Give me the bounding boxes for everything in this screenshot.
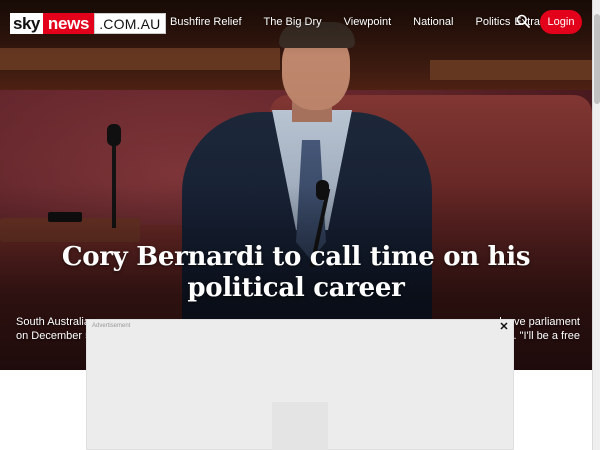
scrollbar-thumb[interactable] (594, 14, 600, 104)
nav-the-big-dry[interactable]: The Big Dry (264, 16, 322, 28)
close-icon[interactable]: ✕ (499, 321, 509, 333)
nav-bushfire-relief[interactable]: Bushfire Relief (170, 16, 242, 28)
nav-links: Bushfire Relief The Big Dry Viewpoint Na… (170, 16, 573, 28)
summary-line2-end: ". "I'll be a free (509, 330, 580, 342)
sky-news-logo[interactable]: sky news .COM.AU (10, 13, 166, 34)
login-button[interactable]: Login (540, 10, 582, 34)
summary-line2-start: on December 5. (16, 330, 95, 342)
nav-national[interactable]: National (413, 16, 453, 28)
logo-news: news (42, 13, 95, 34)
advertisement-overlay[interactable]: Advertisement ✕ (86, 319, 514, 450)
article-headline[interactable]: Cory Bernardi to call time on his politi… (0, 242, 592, 304)
nav-politics[interactable]: Politics (475, 16, 510, 28)
search-icon[interactable] (516, 14, 530, 28)
top-nav: sky news .COM.AU Bushfire Relief The Big… (0, 0, 592, 44)
logo-sky: sky (10, 13, 43, 34)
ad-label: Advertisement (92, 323, 131, 329)
logo-domain: .COM.AU (94, 13, 166, 34)
ad-placeholder (272, 402, 328, 450)
scrollbar[interactable] (592, 0, 600, 450)
summary-line1-start: South Australian (16, 316, 97, 328)
nav-viewpoint[interactable]: Viewpoint (344, 16, 392, 28)
page: sky news .COM.AU Bushfire Relief The Big… (0, 0, 600, 450)
